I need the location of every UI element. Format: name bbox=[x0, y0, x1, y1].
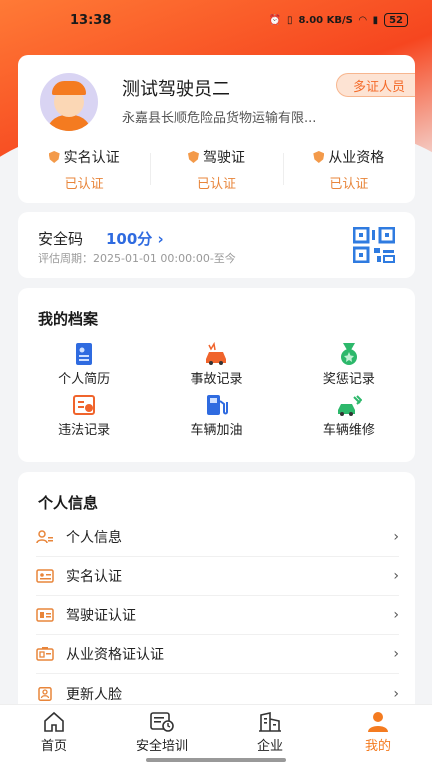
status-bar: 13:38 ⏰ ▯ 8.00 KB/S ◠ ▮ 52 bbox=[0, 0, 432, 40]
cert-status: 已认证 bbox=[329, 177, 369, 192]
chevron-right-icon: › bbox=[393, 685, 399, 702]
id-card-icon bbox=[36, 569, 54, 583]
home-icon bbox=[44, 711, 64, 732]
status-time: 13:38 bbox=[70, 12, 112, 28]
shield-icon bbox=[313, 151, 325, 163]
avatar[interactable] bbox=[40, 73, 98, 131]
info-list: 个人信息 › 实名认证 › 驾驶证认证 › 从业资格证认证 › 更新人脸 › bbox=[36, 518, 399, 713]
safety-score[interactable]: 100分 › bbox=[106, 228, 164, 249]
cert-title: 驾驶证 bbox=[202, 150, 245, 166]
shield-icon bbox=[187, 151, 199, 163]
archive-card: 我的档案 个人简历 事故记录 奖惩记录 违法记录 车辆加油 车辆维修 bbox=[18, 288, 415, 462]
info-title: 个人信息 bbox=[38, 494, 99, 512]
company-name: 永嘉县长顺危险品货物运输有限... bbox=[122, 111, 317, 126]
home-indicator bbox=[146, 758, 286, 762]
tab-mine[interactable]: 我的 bbox=[324, 705, 432, 768]
violation-icon bbox=[73, 395, 96, 415]
battery-icon: 52 bbox=[384, 13, 408, 27]
tab-home[interactable]: 首页 bbox=[0, 705, 108, 768]
tab-label: 安全培训 bbox=[135, 739, 188, 754]
row-label: 实名认证 bbox=[66, 569, 122, 585]
cert-qualification[interactable]: 从业资格 已认证 bbox=[282, 147, 415, 192]
personal-info-card: 个人信息 个人信息 › 实名认证 › 驾驶证认证 › 从业资格证认证 › 更新人… bbox=[18, 472, 415, 722]
chevron-right-icon: › bbox=[393, 529, 399, 545]
archive-label: 车辆维修 bbox=[322, 423, 375, 438]
chevron-right-icon: › bbox=[393, 607, 399, 623]
accident-icon bbox=[206, 342, 227, 365]
tab-label: 我的 bbox=[364, 739, 391, 754]
cert-row: 实名认证 已认证 驾驶证 已认证 从业资格 已认证 bbox=[18, 147, 415, 192]
cert-status: 已认证 bbox=[196, 177, 236, 192]
archive-item-reward[interactable]: 奖惩记录 bbox=[283, 342, 415, 387]
signal-icon: ▮ bbox=[372, 14, 379, 26]
cert-title: 从业资格 bbox=[328, 150, 385, 166]
training-icon bbox=[150, 712, 174, 732]
cert-status: 已认证 bbox=[64, 177, 104, 192]
shield-icon bbox=[48, 151, 60, 163]
tab-label: 企业 bbox=[256, 739, 283, 754]
tab-label: 首页 bbox=[40, 739, 67, 754]
driver-name: 测试驾驶员二 bbox=[122, 79, 230, 100]
cert-realname[interactable]: 实名认证 已认证 bbox=[18, 147, 150, 192]
archive-label: 车辆加油 bbox=[190, 423, 243, 438]
resume-icon bbox=[76, 343, 93, 365]
cert-driver-license[interactable]: 驾驶证 已认证 bbox=[150, 147, 282, 192]
certificate-icon bbox=[36, 647, 54, 661]
building-icon bbox=[259, 712, 281, 732]
repair-icon bbox=[337, 395, 362, 416]
row-label: 更新人脸 bbox=[66, 686, 122, 703]
archive-title: 我的档案 bbox=[38, 310, 99, 328]
chevron-right-icon: › bbox=[393, 646, 399, 662]
archive-item-resume[interactable]: 个人简历 bbox=[18, 342, 150, 387]
archive-item-repair[interactable]: 车辆维修 bbox=[283, 393, 415, 438]
user-icon bbox=[36, 530, 53, 544]
alarm-icon: ⏰ bbox=[268, 14, 281, 26]
archive-item-fuel[interactable]: 车辆加油 bbox=[150, 393, 282, 438]
profile-card[interactable]: 测试驾驶员二 永嘉县长顺危险品货物运输有限... 多证人员 实名认证 已认证 驾… bbox=[18, 55, 415, 203]
medal-icon bbox=[340, 343, 357, 365]
row-label: 从业资格证认证 bbox=[66, 647, 164, 663]
info-row-personal[interactable]: 个人信息 › bbox=[36, 518, 399, 557]
status-icons: ⏰ ▯ 8.00 KB/S ◠ ▮ 52 bbox=[268, 13, 408, 27]
archive-item-accident[interactable]: 事故记录 bbox=[150, 342, 282, 387]
face-icon bbox=[38, 686, 52, 701]
chevron-right-icon: › bbox=[393, 568, 399, 584]
info-row-realname[interactable]: 实名认证 › bbox=[36, 557, 399, 596]
archive-grid: 个人简历 事故记录 奖惩记录 违法记录 车辆加油 车辆维修 bbox=[18, 342, 415, 438]
archive-label: 违法记录 bbox=[58, 423, 111, 438]
archive-label: 个人简历 bbox=[58, 372, 111, 387]
evaluation-period: 评估周期：2025-01-01 00:00:00-至今 bbox=[38, 252, 236, 265]
vibrate-icon: ▯ bbox=[286, 14, 293, 26]
info-row-qualification[interactable]: 从业资格证认证 › bbox=[36, 635, 399, 674]
archive-label: 事故记录 bbox=[190, 372, 243, 387]
network-speed: 8.00 KB/S bbox=[298, 14, 353, 26]
qr-code-icon[interactable] bbox=[353, 227, 395, 263]
license-icon bbox=[36, 608, 54, 622]
wifi-icon: ◠ bbox=[358, 14, 367, 26]
profile-icon bbox=[368, 712, 388, 732]
archive-item-violation[interactable]: 违法记录 bbox=[18, 393, 150, 438]
cert-title: 实名认证 bbox=[63, 150, 120, 166]
row-label: 个人信息 bbox=[66, 530, 122, 546]
info-row-driver-license[interactable]: 驾驶证认证 › bbox=[36, 596, 399, 635]
safety-code-card[interactable]: 安全码 100分 › 评估周期：2025-01-01 00:00:00-至今 bbox=[18, 212, 415, 278]
fuel-icon bbox=[207, 395, 229, 415]
multi-cert-badge: 多证人员 bbox=[335, 73, 415, 97]
archive-label: 奖惩记录 bbox=[322, 372, 375, 387]
row-label: 驾驶证认证 bbox=[66, 608, 136, 624]
safety-code-label: 安全码 bbox=[38, 230, 84, 248]
